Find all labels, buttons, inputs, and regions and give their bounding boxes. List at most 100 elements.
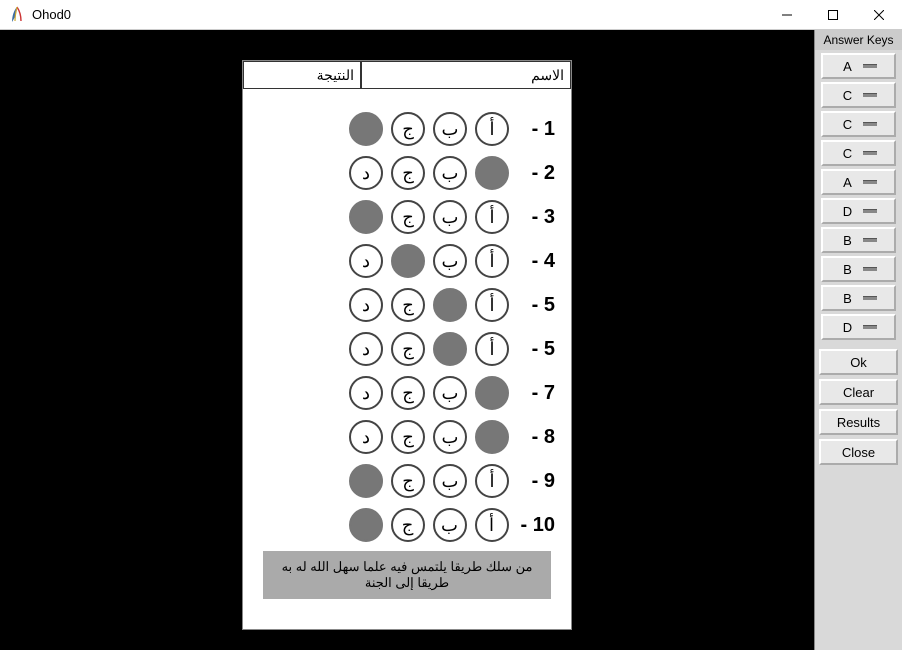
question-number: - 1 — [521, 118, 555, 141]
answer-bubble[interactable]: د — [349, 420, 383, 454]
answer-bubble[interactable]: أ — [475, 508, 509, 542]
question-number: - 3 — [521, 206, 555, 229]
answer-bubble[interactable]: د — [349, 112, 383, 146]
answer-bubble[interactable]: ب — [433, 464, 467, 498]
maximize-button[interactable] — [810, 0, 856, 29]
dropdown-indicator-icon — [863, 238, 877, 242]
answer-bubble[interactable]: د — [349, 200, 383, 234]
answer-key-selector[interactable]: A — [821, 53, 896, 79]
close-action-button[interactable]: Close — [819, 439, 898, 465]
question-row: دجبأ - 2 — [259, 151, 555, 195]
dropdown-indicator-icon — [863, 209, 877, 213]
result-header: النتيجة — [243, 61, 361, 89]
sidebar-title: Answer Keys — [815, 30, 902, 50]
question-number: - 8 — [521, 426, 555, 449]
answer-bubble[interactable]: أ — [475, 288, 509, 322]
answer-key-selector[interactable]: B — [821, 227, 896, 253]
question-row: دجبأ - 4 — [259, 239, 555, 283]
answer-bubble[interactable]: د — [349, 332, 383, 366]
answer-bubble[interactable]: ج — [391, 244, 425, 278]
window-titlebar: Ohod0 — [0, 0, 902, 30]
answer-bubble[interactable]: ب — [433, 156, 467, 190]
answer-bubble[interactable]: أ — [475, 156, 509, 190]
answer-bubble[interactable]: د — [349, 288, 383, 322]
question-row: دجبأ - 5 — [259, 327, 555, 371]
answer-bubble[interactable]: ب — [433, 376, 467, 410]
question-row: دجبأ - 10 — [259, 503, 555, 547]
answer-key-selector[interactable]: C — [821, 82, 896, 108]
answer-key-letter: C — [841, 117, 855, 132]
answer-bubble[interactable]: ب — [433, 332, 467, 366]
answer-key-letter: A — [841, 59, 855, 74]
answer-key-selector[interactable]: C — [821, 111, 896, 137]
ok-button[interactable]: Ok — [819, 349, 898, 375]
question-number: - 10 — [521, 514, 555, 537]
answer-bubble[interactable]: ج — [391, 332, 425, 366]
answer-key-selector[interactable]: D — [821, 198, 896, 224]
question-row: دجبأ - 9 — [259, 459, 555, 503]
answer-bubble[interactable]: ج — [391, 508, 425, 542]
clear-button[interactable]: Clear — [819, 379, 898, 405]
dropdown-indicator-icon — [863, 93, 877, 97]
answer-bubble[interactable]: د — [349, 156, 383, 190]
answer-key-letter: B — [841, 233, 855, 248]
answer-bubble[interactable]: ج — [391, 112, 425, 146]
answer-bubble[interactable]: د — [349, 244, 383, 278]
question-number: - 5 — [521, 294, 555, 317]
answer-bubble[interactable]: ب — [433, 112, 467, 146]
answer-bubble[interactable]: أ — [475, 200, 509, 234]
answer-key-letter: A — [841, 175, 855, 190]
answer-bubble[interactable]: ج — [391, 420, 425, 454]
answer-bubble[interactable]: ب — [433, 288, 467, 322]
answer-key-selector[interactable]: C — [821, 140, 896, 166]
answer-bubble[interactable]: ج — [391, 464, 425, 498]
dropdown-indicator-icon — [863, 267, 877, 271]
answer-bubble[interactable]: د — [349, 376, 383, 410]
answer-key-letter: C — [841, 88, 855, 103]
answer-bubble[interactable]: أ — [475, 112, 509, 146]
answer-key-selector[interactable]: D — [821, 314, 896, 340]
main-canvas: النتيجة الاسم دجبأ- 1دجبأ- 2دجبأ- 3دجبأ-… — [0, 30, 814, 650]
dropdown-indicator-icon — [863, 151, 877, 155]
answer-bubble[interactable]: ج — [391, 156, 425, 190]
answer-key-letter: C — [841, 146, 855, 161]
answer-bubble[interactable]: د — [349, 464, 383, 498]
answer-key-letter: D — [841, 320, 855, 335]
answer-bubble[interactable]: أ — [475, 332, 509, 366]
answer-key-selector[interactable]: A — [821, 169, 896, 195]
answer-bubble[interactable]: ج — [391, 200, 425, 234]
answer-key-selector[interactable]: B — [821, 285, 896, 311]
dropdown-indicator-icon — [863, 325, 877, 329]
answer-bubble[interactable]: ب — [433, 244, 467, 278]
dropdown-indicator-icon — [863, 296, 877, 300]
answer-bubble[interactable]: ج — [391, 376, 425, 410]
question-row: دجبأ - 7 — [259, 371, 555, 415]
question-number: - 5 — [521, 338, 555, 361]
answer-bubble[interactable]: ب — [433, 420, 467, 454]
question-number: - 2 — [521, 162, 555, 185]
question-number: - 4 — [521, 250, 555, 273]
question-number: - 9 — [521, 470, 555, 493]
answer-bubble[interactable]: أ — [475, 420, 509, 454]
window-title: Ohod0 — [32, 7, 71, 22]
question-number: - 7 — [521, 382, 555, 405]
answer-bubble[interactable]: ب — [433, 508, 467, 542]
results-button[interactable]: Results — [819, 409, 898, 435]
question-row: دجبأ - 8 — [259, 415, 555, 459]
answer-bubble[interactable]: د — [349, 508, 383, 542]
answer-key-letter: B — [841, 291, 855, 306]
question-row: دجبأ - 5 — [259, 283, 555, 327]
answer-bubble[interactable]: أ — [475, 244, 509, 278]
answer-bubble[interactable]: أ — [475, 464, 509, 498]
close-button[interactable] — [856, 0, 902, 29]
answer-bubble[interactable]: أ — [475, 376, 509, 410]
answer-key-selector[interactable]: B — [821, 256, 896, 282]
answer-key-letter: D — [841, 204, 855, 219]
answer-bubble[interactable]: ب — [433, 200, 467, 234]
answer-bubble[interactable]: ج — [391, 288, 425, 322]
answer-key-letter: B — [841, 262, 855, 277]
minimize-button[interactable] — [764, 0, 810, 29]
app-icon — [8, 6, 26, 24]
dropdown-indicator-icon — [863, 122, 877, 126]
footer-quote: من سلك طريقا يلتمس فيه علما سهل الله له … — [263, 551, 551, 599]
